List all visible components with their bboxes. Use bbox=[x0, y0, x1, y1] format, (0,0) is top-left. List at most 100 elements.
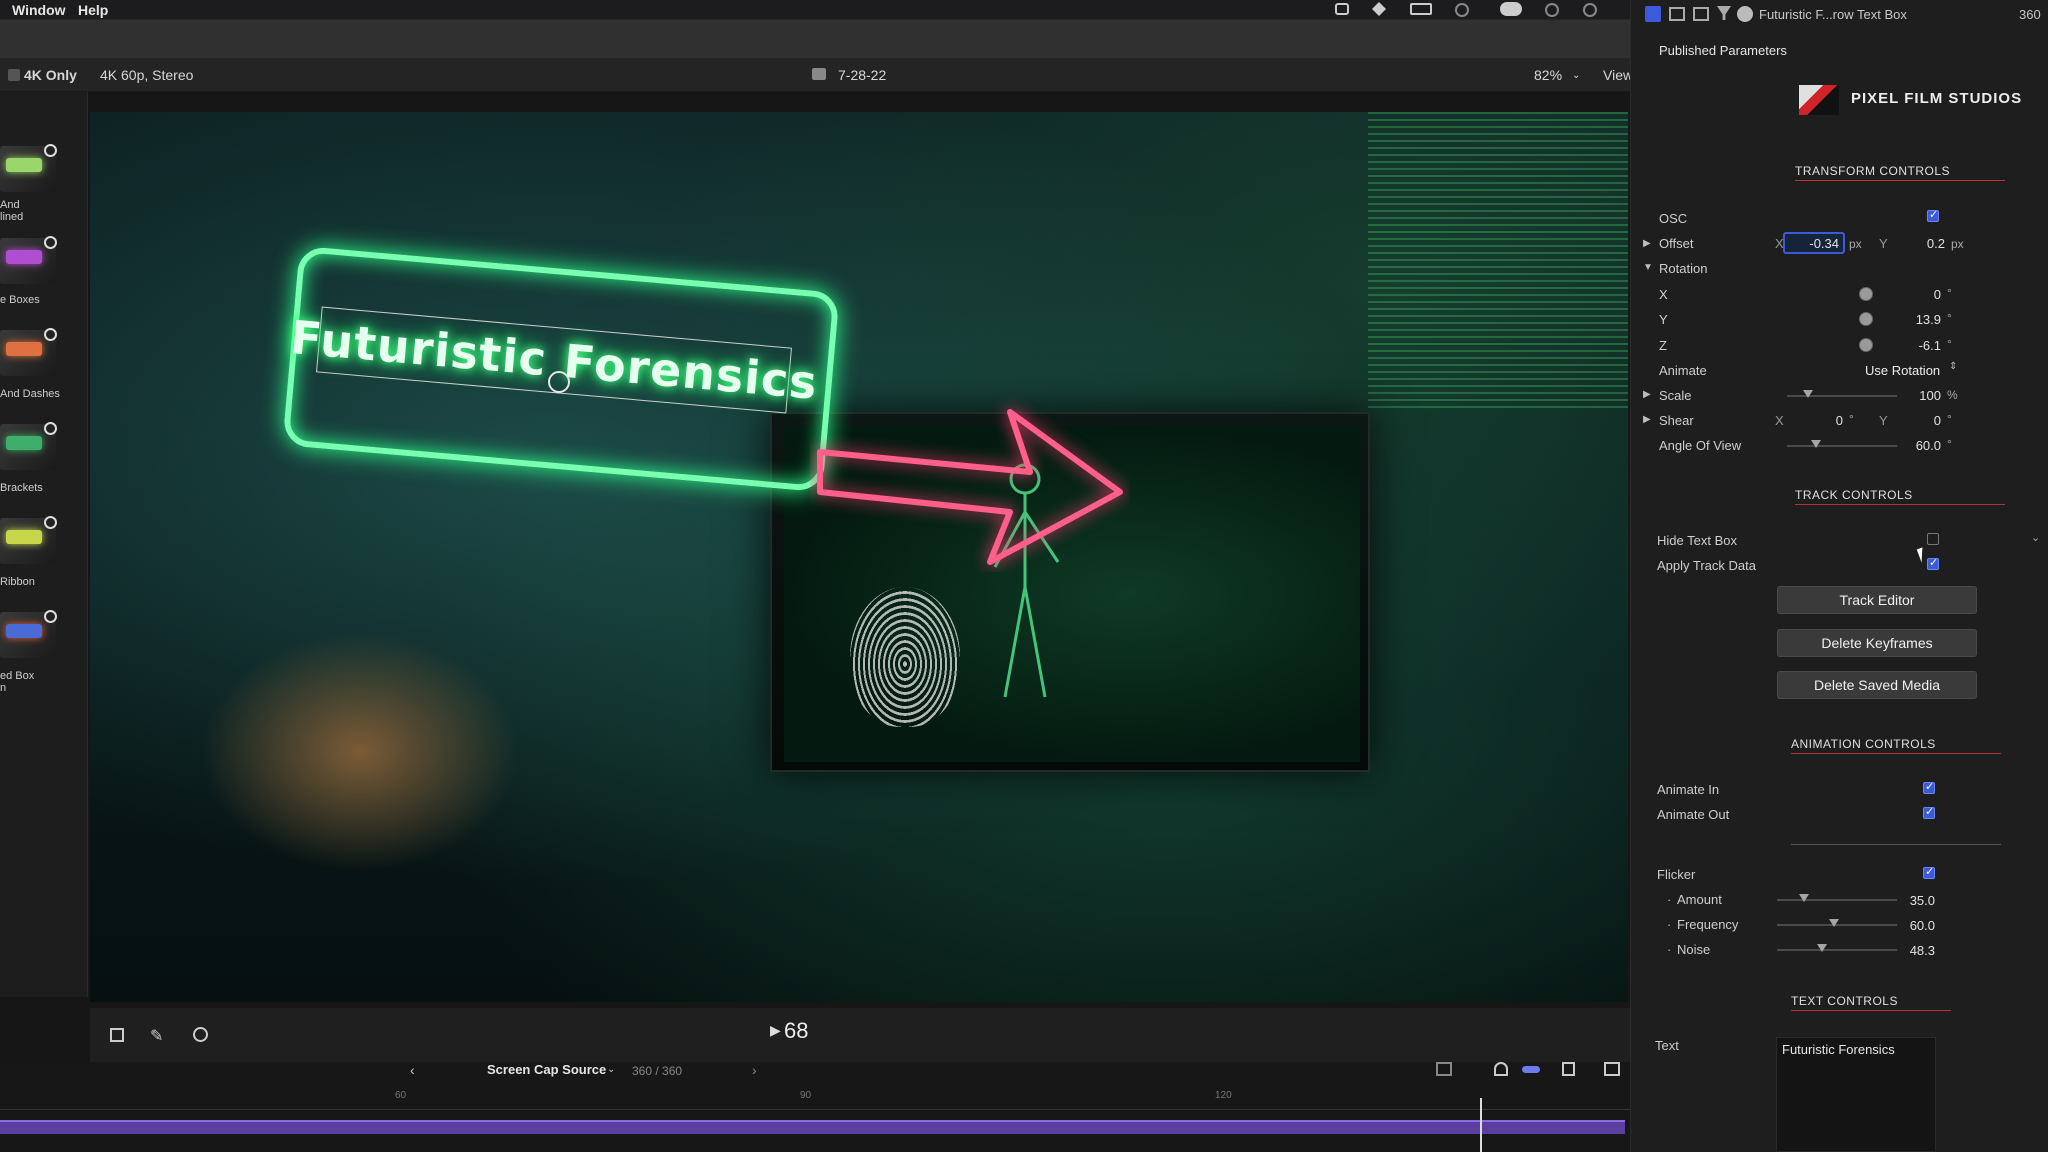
apply-track-data-checkbox[interactable] bbox=[1927, 556, 1939, 570]
source-selector[interactable]: Screen Cap Source bbox=[487, 1062, 606, 1077]
clapper-icon bbox=[812, 68, 826, 80]
section-divider bbox=[1795, 180, 2005, 181]
transform-heading: TRANSFORM CONTROLS bbox=[1795, 164, 1951, 178]
disclosure-down-icon[interactable]: ▼ bbox=[1643, 262, 1653, 273]
aov-slider-knob[interactable] bbox=[1811, 440, 1821, 448]
divider bbox=[1791, 844, 2001, 845]
clock-icon[interactable] bbox=[1455, 3, 1469, 17]
clip-appearance-icon[interactable] bbox=[1604, 1062, 1620, 1076]
published-params-label: Published Parameters bbox=[1659, 43, 1787, 58]
delete-keyframes-button[interactable]: Delete Keyframes bbox=[1777, 629, 1977, 657]
angle-of-view-label: Angle Of View bbox=[1659, 438, 1742, 453]
anchor-point-handle[interactable] bbox=[548, 371, 570, 393]
osc-label: OSC bbox=[1659, 211, 1688, 226]
format-label: 4K 60p, Stereo bbox=[100, 67, 194, 83]
transform-tool-icon[interactable] bbox=[110, 1028, 124, 1042]
code-screen bbox=[1368, 112, 1628, 412]
prev-arrow-icon[interactable]: ‹ bbox=[410, 1062, 415, 1078]
section-divider bbox=[1791, 1010, 1951, 1011]
animate-in-checkbox[interactable] bbox=[1923, 780, 1935, 794]
hide-text-box-checkbox[interactable] bbox=[1927, 533, 1939, 545]
offset-y-value[interactable]: 0.2 bbox=[1893, 236, 1945, 251]
info-tab-icon[interactable] bbox=[1669, 7, 1685, 21]
flicker-checkbox[interactable] bbox=[1923, 865, 1935, 879]
frequency-value[interactable]: 60.0 bbox=[1879, 918, 1935, 933]
skimming-icon[interactable] bbox=[1436, 1062, 1452, 1076]
battery-icon[interactable] bbox=[1500, 2, 1522, 16]
frequency-slider-knob[interactable] bbox=[1829, 919, 1839, 927]
thumb-badge-icon bbox=[44, 328, 57, 341]
amount-label: Amount bbox=[1677, 892, 1722, 907]
animate-out-label: Animate Out bbox=[1657, 807, 1730, 822]
noise-label: Noise bbox=[1677, 942, 1711, 957]
scale-value[interactable]: 100 bbox=[1893, 388, 1941, 403]
search-icon[interactable] bbox=[1545, 3, 1559, 17]
menu-window[interactable]: Window bbox=[12, 2, 66, 18]
shear-y-value[interactable]: 0 bbox=[1893, 413, 1941, 428]
timeline-ruler[interactable]: 60 90 120 bbox=[0, 1082, 1630, 1110]
offset-x-unit: px bbox=[1849, 237, 1862, 251]
text-field[interactable]: Futuristic Forensics bbox=[1776, 1037, 1936, 1152]
animate-out-checkbox[interactable] bbox=[1923, 805, 1935, 819]
thumb-badge-icon bbox=[44, 516, 57, 529]
playhead[interactable] bbox=[1480, 1098, 1482, 1152]
animate-popup[interactable]: Use Rotation bbox=[1865, 363, 1940, 378]
play-icon[interactable]: ▶ bbox=[770, 1022, 781, 1039]
audio-skim-icon[interactable] bbox=[1494, 1062, 1508, 1076]
library-label: Brackets bbox=[0, 482, 43, 494]
video-tab-icon[interactable] bbox=[1693, 7, 1709, 21]
rotation-y-label: Y bbox=[1659, 312, 1668, 327]
shear-x-value[interactable]: 0 bbox=[1799, 413, 1843, 428]
zoom-chevron-icon[interactable]: ⌄ bbox=[1572, 70, 1580, 81]
filter-tab-icon[interactable] bbox=[1717, 6, 1731, 20]
timeline: ‹ Screen Cap Source ⌄ 360 / 360 › 60 90 … bbox=[0, 1062, 1630, 1152]
amount-slider-knob[interactable] bbox=[1799, 894, 1809, 902]
amount-value[interactable]: 35.0 bbox=[1879, 893, 1935, 908]
flicker-label: Flicker bbox=[1657, 867, 1696, 882]
rotation-x-value[interactable]: 0 bbox=[1893, 287, 1941, 302]
popup-arrows-icon[interactable]: ⇕ bbox=[1949, 361, 1957, 372]
siri-icon[interactable] bbox=[1583, 3, 1597, 17]
disclosure-right-icon[interactable]: ▶ bbox=[1643, 238, 1651, 249]
osc-checkbox[interactable] bbox=[1927, 208, 1939, 222]
section-divider bbox=[1791, 753, 2001, 754]
menu-help[interactable]: Help bbox=[78, 2, 108, 18]
solo-icon[interactable] bbox=[1522, 1066, 1540, 1073]
rotation-z-value[interactable]: -6.1 bbox=[1893, 338, 1941, 353]
crop-tool-icon[interactable]: ✎ bbox=[150, 1026, 163, 1046]
video-viewer[interactable]: Futuristic Forensics bbox=[90, 112, 1628, 1002]
delete-saved-media-button[interactable]: Delete Saved Media bbox=[1777, 671, 1977, 699]
rotation-y-value[interactable]: 13.9 bbox=[1893, 312, 1941, 327]
rotation-z-dial[interactable] bbox=[1859, 338, 1873, 352]
project-name: 7-28-22 bbox=[838, 67, 887, 83]
4k-only-checkbox[interactable] bbox=[8, 69, 20, 81]
zoom-level[interactable]: 82% bbox=[1534, 67, 1562, 83]
library-label: And Dashes bbox=[0, 388, 60, 400]
inspector-panel: Futuristic F...row Text Box 360 Publishe… bbox=[1630, 0, 2048, 1152]
disclosure-right-icon[interactable]: ▶ bbox=[1643, 414, 1651, 425]
aov-value[interactable]: 60.0 bbox=[1893, 438, 1941, 453]
rotation-x-dial[interactable] bbox=[1859, 287, 1873, 301]
next-arrow-icon[interactable]: › bbox=[752, 1062, 757, 1078]
disclosure-right-icon[interactable]: ▶ bbox=[1643, 389, 1651, 400]
chevron-down-icon[interactable]: ⌄ bbox=[2031, 531, 2040, 544]
source-chevron-icon[interactable]: ⌄ bbox=[607, 1064, 615, 1075]
rotation-y-dial[interactable] bbox=[1859, 312, 1873, 326]
aov-slider[interactable] bbox=[1787, 445, 1897, 447]
snapping-icon[interactable] bbox=[1562, 1062, 1575, 1076]
ruler-mark: 120 bbox=[1215, 1090, 1232, 1101]
degree-unit: ° bbox=[1947, 311, 1952, 325]
timeline-clip[interactable] bbox=[0, 1120, 1625, 1134]
control-icon[interactable] bbox=[1335, 3, 1349, 15]
wifi-icon[interactable] bbox=[1372, 2, 1386, 16]
degree-unit: ° bbox=[1849, 412, 1854, 426]
view-menu[interactable]: View bbox=[1603, 67, 1633, 83]
speed-tool-icon[interactable] bbox=[193, 1027, 208, 1042]
noise-slider-knob[interactable] bbox=[1817, 944, 1827, 952]
track-editor-button[interactable]: Track Editor bbox=[1777, 586, 1977, 614]
inspector-tab-icon[interactable] bbox=[1645, 6, 1661, 22]
display-icon[interactable] bbox=[1410, 3, 1432, 15]
noise-value[interactable]: 48.3 bbox=[1879, 943, 1935, 958]
text-label: Text bbox=[1655, 1038, 1679, 1053]
scale-slider-knob[interactable] bbox=[1803, 390, 1813, 398]
